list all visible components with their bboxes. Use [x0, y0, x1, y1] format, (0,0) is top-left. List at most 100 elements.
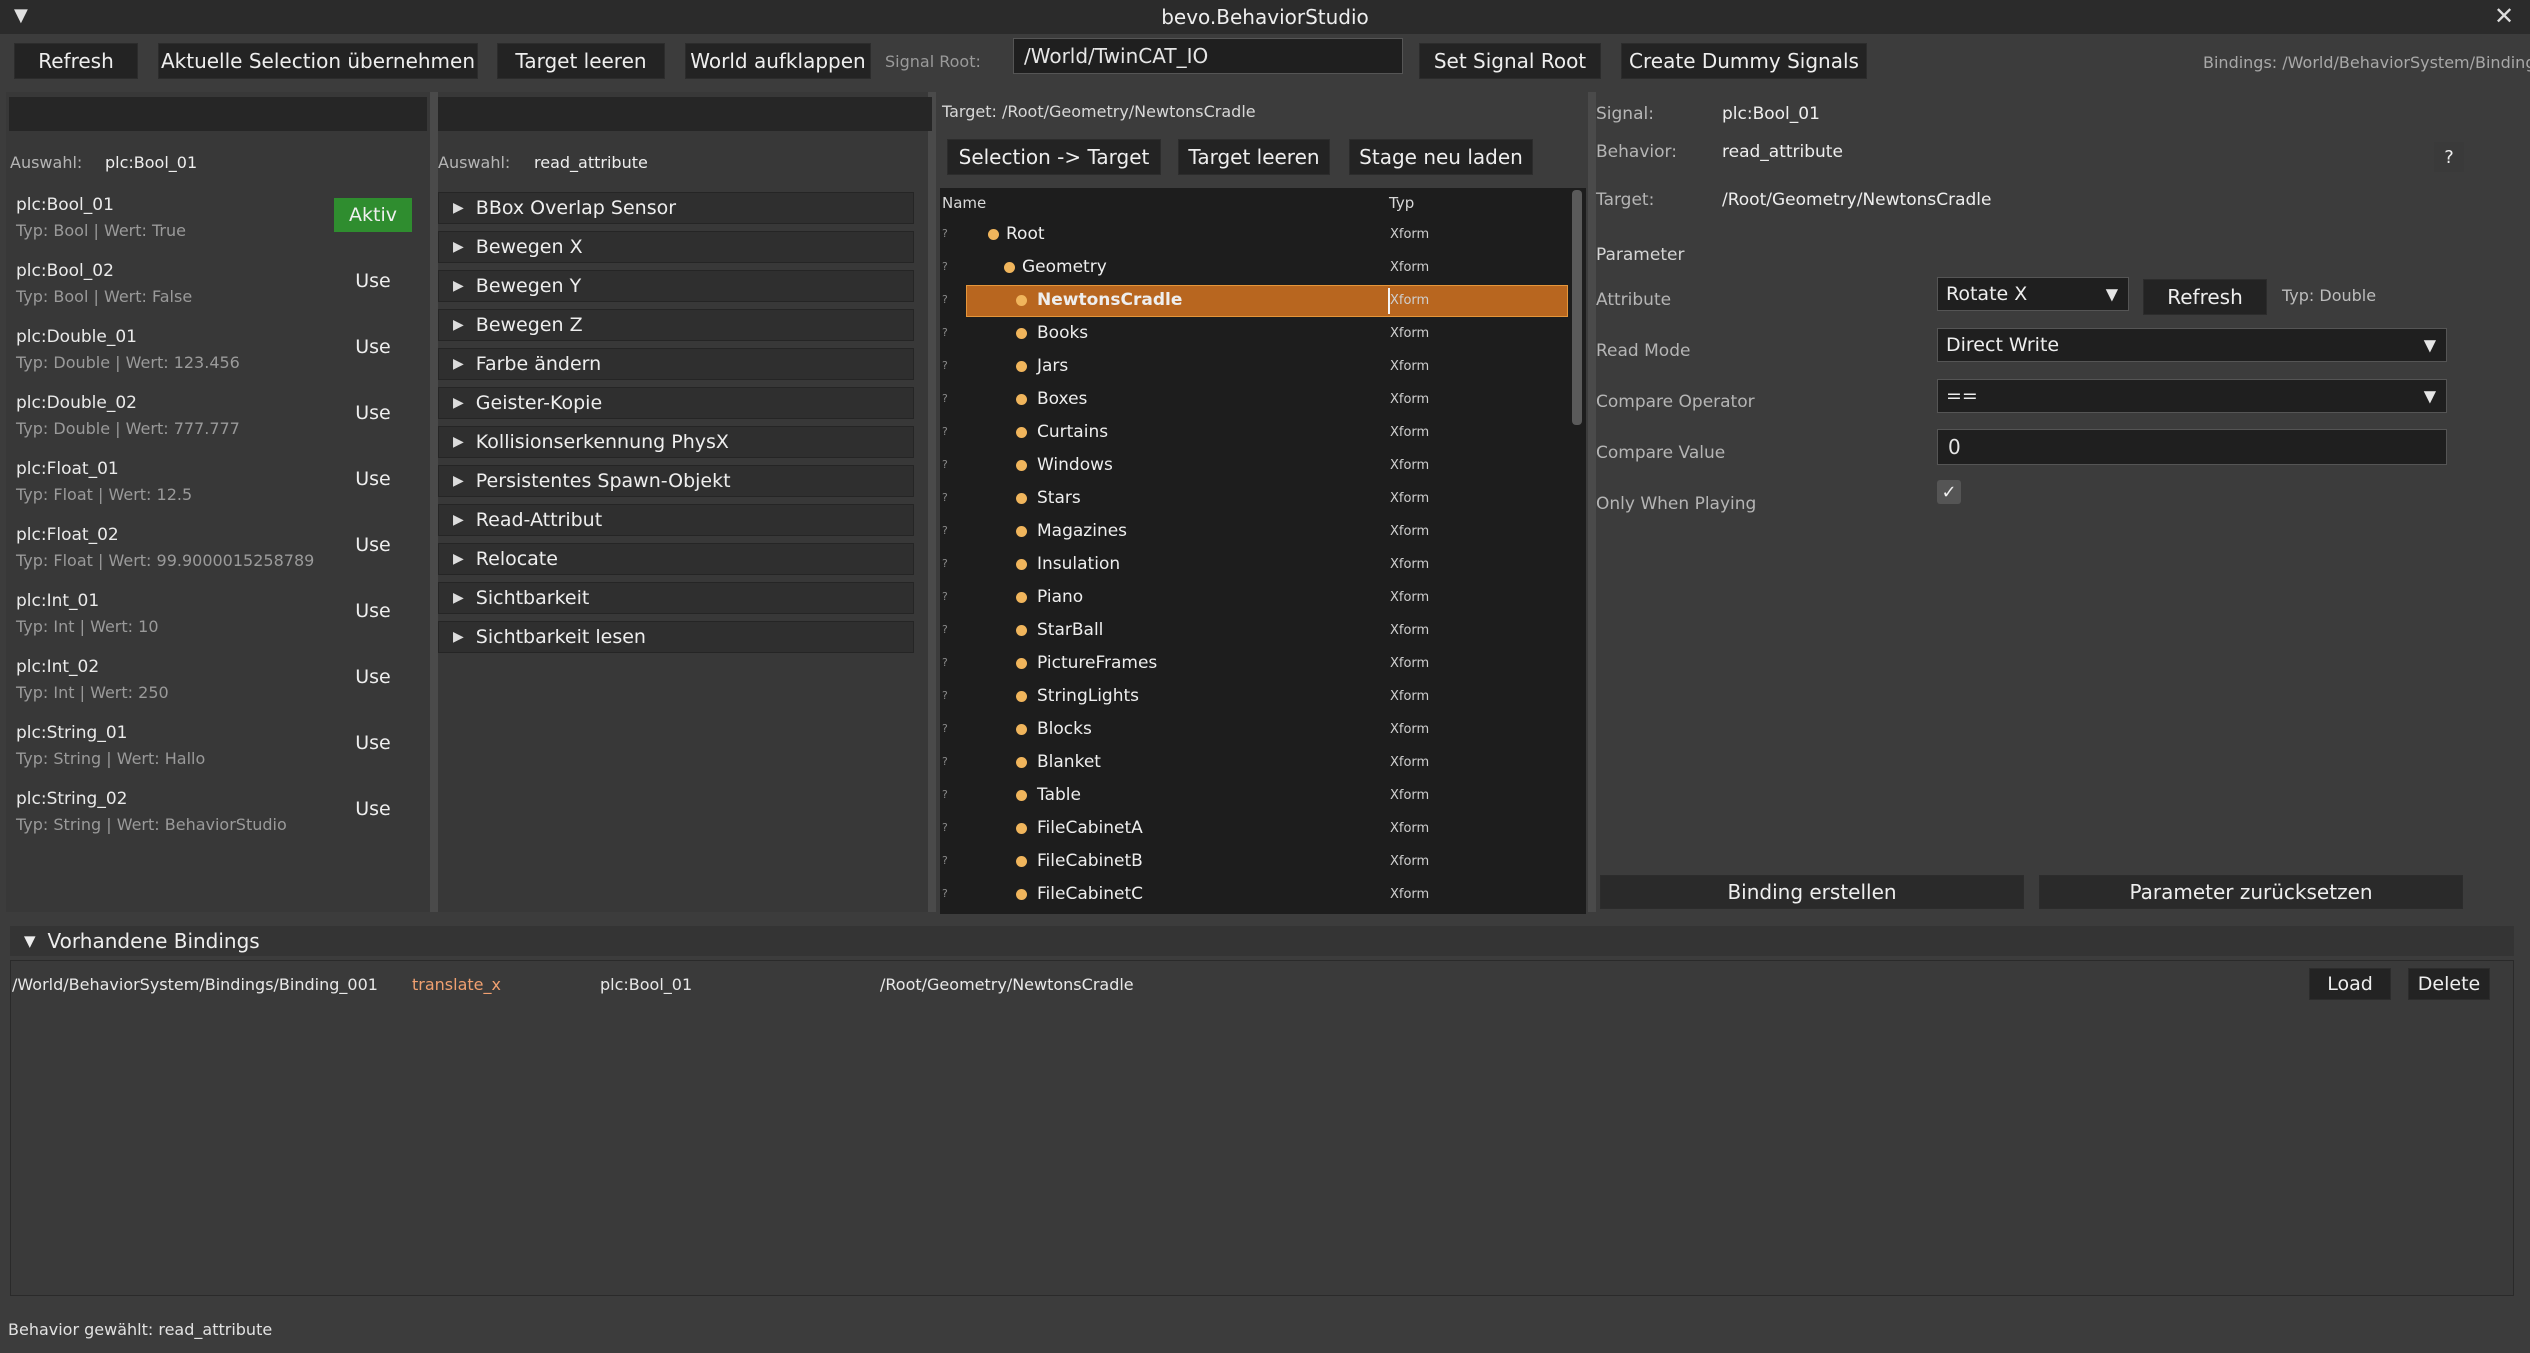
stage-panel-divider[interactable] — [1588, 92, 1596, 912]
signal-item[interactable]: plc:Double_01 Typ: Double | Wert: 123.456… — [6, 325, 430, 385]
clear-target-button[interactable]: Target leeren — [497, 43, 665, 79]
stage-row[interactable]: ? Blanket Xform — [942, 748, 1572, 778]
prim-dot-icon — [1016, 361, 1027, 372]
refresh-button[interactable]: Refresh — [14, 43, 138, 79]
stage-row-type: Xform — [1390, 293, 1430, 308]
behavior-item[interactable]: ▶ Kollisionserkennung PhysX — [438, 426, 914, 458]
signal-item[interactable]: plc:Int_01 Typ: Int | Wert: 10 Use — [6, 589, 430, 649]
signal-item[interactable]: plc:Float_02 Typ: Float | Wert: 99.900001… — [6, 523, 430, 583]
stage-row[interactable]: ? FileCabinetC Xform — [942, 880, 1572, 910]
signal-item[interactable]: plc:String_02 Typ: String | Wert: Behavio… — [6, 787, 430, 847]
reload-stage-button[interactable]: Stage neu laden — [1349, 139, 1533, 175]
compare-value-input[interactable]: 0 — [1937, 429, 2447, 465]
attribute-refresh-button[interactable]: Refresh — [2143, 279, 2267, 315]
signal-use-button[interactable]: Use — [334, 528, 412, 562]
expand-triangle-icon: ▶ — [453, 200, 464, 216]
signal-use-button[interactable]: Use — [334, 792, 412, 826]
read-mode-select[interactable]: Direct Write ▼ — [1937, 328, 2447, 362]
selection-to-target-button[interactable]: Selection -> Target — [947, 139, 1161, 175]
stage-row-name: FileCabinetB — [1037, 851, 1143, 871]
stage-row[interactable]: ? Piano Xform — [942, 583, 1572, 613]
stage-row[interactable]: ? Insulation Xform — [942, 550, 1572, 580]
help-button[interactable]: ? — [2434, 142, 2464, 172]
behavior-item[interactable]: ▶ Geister-Kopie — [438, 387, 914, 419]
stage-row-type: Xform — [1390, 524, 1430, 539]
stage-row[interactable]: ? Root Xform — [942, 220, 1572, 250]
signal-active-button[interactable]: Aktiv — [334, 198, 412, 232]
signal-item-name: plc:Double_01 — [16, 327, 137, 347]
behavior-item[interactable]: ▶ Read-Attribut — [438, 504, 914, 536]
unknown-status-icon: ? — [942, 590, 948, 603]
stage-row[interactable]: ? Table Xform — [942, 781, 1572, 811]
stage-row[interactable]: ? FileCabinetA Xform — [942, 814, 1572, 844]
behavior-item[interactable]: ▶ Bewegen Z — [438, 309, 914, 341]
bindings-header[interactable]: ▼ Vorhandene Bindings — [10, 926, 2514, 956]
binding-delete-button[interactable]: Delete — [2408, 968, 2490, 1000]
stage-row-type: Xform — [1390, 557, 1430, 572]
behavior-filter-input[interactable] — [438, 97, 932, 131]
behavior-item[interactable]: ▶ Sichtbarkeit lesen — [438, 621, 914, 653]
signal-item[interactable]: plc:Double_02 Typ: Double | Wert: 777.777… — [6, 391, 430, 451]
signal-item[interactable]: plc:String_01 Typ: String | Wert: Hallo Us… — [6, 721, 430, 781]
signal-use-button[interactable]: Use — [334, 264, 412, 298]
stage-row[interactable]: ? Books Xform — [942, 319, 1572, 349]
signal-use-button[interactable]: Use — [334, 594, 412, 628]
signal-filter-input[interactable] — [9, 97, 427, 131]
create-binding-button[interactable]: Binding erstellen — [1600, 875, 2024, 909]
stage-row[interactable]: ? PictureFrames Xform — [942, 649, 1572, 679]
set-signal-root-button[interactable]: Set Signal Root — [1419, 43, 1601, 79]
behavior-item[interactable]: ▶ Farbe ändern — [438, 348, 914, 380]
signal-use-button[interactable]: Use — [334, 396, 412, 430]
behavior-item[interactable]: ▶ Relocate — [438, 543, 914, 575]
stage-row[interactable]: ? Curtains Xform — [942, 418, 1572, 448]
stage-row-type: Xform — [1390, 359, 1430, 374]
signals-panel-divider[interactable] — [430, 92, 438, 912]
signal-use-button[interactable]: Use — [334, 660, 412, 694]
signal-root-input[interactable]: /World/TwinCAT_IO — [1013, 38, 1403, 74]
behavior-item[interactable]: ▶ Sichtbarkeit — [438, 582, 914, 614]
stage-row[interactable]: ? Stars Xform — [942, 484, 1572, 514]
detail-target-value: /Root/Geometry/NewtonsCradle — [1722, 190, 1992, 210]
signal-item[interactable]: plc:Bool_01 Typ: Bool | Wert: True Aktiv — [6, 193, 430, 253]
stage-row[interactable]: ? Jars Xform — [942, 352, 1572, 382]
stage-row[interactable]: ? FileCabinetB Xform — [942, 847, 1572, 877]
prim-dot-icon — [1016, 460, 1027, 471]
signal-item[interactable]: plc:Float_01 Typ: Float | Wert: 12.5 Use — [6, 457, 430, 517]
behavior-item[interactable]: ▶ BBox Overlap Sensor — [438, 192, 914, 224]
create-dummy-signals-button[interactable]: Create Dummy Signals — [1621, 43, 1867, 79]
signal-item[interactable]: plc:Bool_02 Typ: Bool | Wert: False Use — [6, 259, 430, 319]
title-bar: ▼ bevo.BehaviorStudio ✕ — [0, 0, 2530, 34]
signal-item-info: Typ: Float | Wert: 99.9000015258789 — [16, 551, 315, 570]
attribute-type: Typ: Double — [2282, 286, 2377, 305]
signal-use-button[interactable]: Use — [334, 726, 412, 760]
stage-row[interactable]: ? StringLights Xform — [942, 682, 1572, 712]
attribute-select[interactable]: Rotate X ▼ — [1937, 277, 2129, 311]
stage-row[interactable]: ? StarBall Xform — [942, 616, 1572, 646]
close-icon[interactable]: ✕ — [2494, 2, 2514, 30]
take-selection-button[interactable]: Aktuelle Selection übernehmen — [158, 43, 478, 79]
only-when-playing-checkbox[interactable]: ✓ — [1937, 480, 1961, 504]
signal-item[interactable]: plc:Int_02 Typ: Int | Wert: 250 Use — [6, 655, 430, 715]
signal-item-info: Typ: Int | Wert: 10 — [16, 617, 159, 636]
reset-parameters-button[interactable]: Parameter zurücksetzen — [2039, 875, 2463, 909]
behavior-item[interactable]: ▶ Bewegen Y — [438, 270, 914, 302]
stage-scrollbar[interactable] — [1572, 190, 1582, 425]
expand-world-button[interactable]: World aufklappen — [685, 43, 871, 79]
prim-dot-icon — [1016, 691, 1027, 702]
behavior-item[interactable]: ▶ Persistentes Spawn-Objekt — [438, 465, 914, 497]
stage-row[interactable]: ? Windows Xform — [942, 451, 1572, 481]
signal-use-button[interactable]: Use — [334, 462, 412, 496]
compare-operator-select[interactable]: == ▼ — [1937, 379, 2447, 413]
stage-row[interactable]: ? Blocks Xform — [942, 715, 1572, 745]
stage-row[interactable]: ? Magazines Xform — [942, 517, 1572, 547]
stage-clear-target-button[interactable]: Target leeren — [1178, 139, 1330, 175]
stage-row[interactable]: ? Geometry Xform — [942, 253, 1572, 283]
behavior-item[interactable]: ▶ Bewegen X — [438, 231, 914, 263]
stage-row[interactable]: ? Boxes Xform — [942, 385, 1572, 415]
stage-row-name: Stars — [1037, 488, 1081, 508]
binding-load-button[interactable]: Load — [2309, 968, 2391, 1000]
stage-row-name: Books — [1037, 323, 1089, 343]
behaviors-panel-divider[interactable] — [928, 92, 936, 912]
signal-use-button[interactable]: Use — [334, 330, 412, 364]
stage-row-selected[interactable]: ? NewtonsCradle Xform — [942, 286, 1572, 316]
